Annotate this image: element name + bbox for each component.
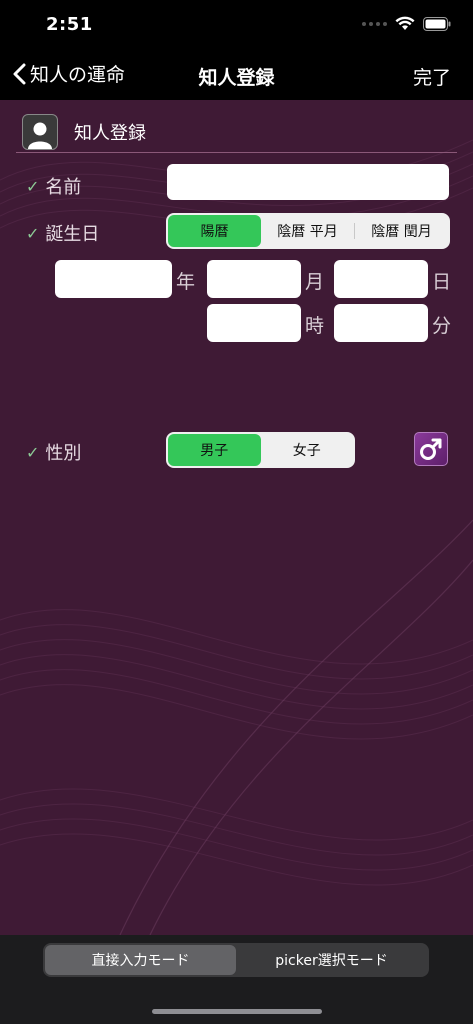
home-indicator <box>152 1009 322 1014</box>
direct-input-mode-button[interactable]: 直接入力モード <box>45 945 236 975</box>
month-unit: 月 <box>305 271 325 293</box>
name-input[interactable] <box>167 164 449 200</box>
done-button[interactable]: 完了 <box>413 63 451 90</box>
check-icon: ✓ <box>26 176 40 196</box>
gender-segmented-control: 男子 女子 <box>166 432 355 468</box>
status-bar: 2:51 <box>0 0 473 50</box>
hour-unit: 時 <box>305 315 325 337</box>
birth-day-input[interactable] <box>334 260 428 298</box>
day-unit: 日 <box>432 271 452 293</box>
section-header: 知人登録 <box>22 114 146 150</box>
calendar-option-lunar-normal[interactable]: 陰暦 平月 <box>261 215 354 247</box>
section-divider <box>16 152 457 153</box>
birth-minute-input[interactable] <box>334 304 428 342</box>
chevron-left-icon <box>13 63 26 84</box>
battery-icon <box>423 16 451 31</box>
check-icon: ✓ <box>26 442 40 462</box>
person-icon <box>22 114 58 150</box>
cellular-signal-icon <box>362 21 387 26</box>
gender-option-male[interactable]: 男子 <box>168 434 261 466</box>
calendar-option-lunar-leap[interactable]: 陰暦 閏月 <box>355 215 448 247</box>
year-unit: 年 <box>176 271 196 293</box>
birth-hour-input[interactable] <box>207 304 301 342</box>
minute-unit: 分 <box>432 315 452 337</box>
navigation-bar: 知人の運命 知人登録 完了 <box>0 50 473 100</box>
status-indicators <box>362 16 451 31</box>
birth-year-input[interactable] <box>55 260 172 298</box>
back-button-label: 知人の運命 <box>30 64 126 86</box>
input-mode-segmented-control: 直接入力モード picker選択モード <box>43 943 429 977</box>
gender-option-female[interactable]: 女子 <box>261 434 354 466</box>
birth-month-input[interactable] <box>207 260 301 298</box>
bottom-toolbar: 直接入力モード picker選択モード <box>0 935 473 1024</box>
name-label-row: ✓ 名前 <box>26 173 81 199</box>
name-label: 名前 <box>45 177 82 198</box>
back-button[interactable]: 知人の運命 <box>12 60 125 87</box>
gender-label-row: ✓ 性別 <box>26 439 81 465</box>
status-time: 2:51 <box>46 14 93 35</box>
picker-mode-button[interactable]: picker選択モード <box>236 945 427 975</box>
birthday-label-row: ✓ 誕生日 <box>26 220 99 246</box>
male-symbol-icon <box>414 432 448 466</box>
form-content: 知人登録 ✓ 名前 ✓ 誕生日 陽暦 陰暦 平月 陰暦 閏月 年 月 日 時 分… <box>0 100 473 935</box>
birthday-label: 誕生日 <box>45 224 100 245</box>
calendar-option-solar[interactable]: 陽暦 <box>168 215 261 247</box>
gender-label: 性別 <box>45 443 82 464</box>
section-title: 知人登録 <box>74 123 146 144</box>
calendar-type-segmented-control: 陽暦 陰暦 平月 陰暦 閏月 <box>166 213 450 249</box>
wifi-icon <box>395 16 415 30</box>
check-icon: ✓ <box>26 223 40 243</box>
